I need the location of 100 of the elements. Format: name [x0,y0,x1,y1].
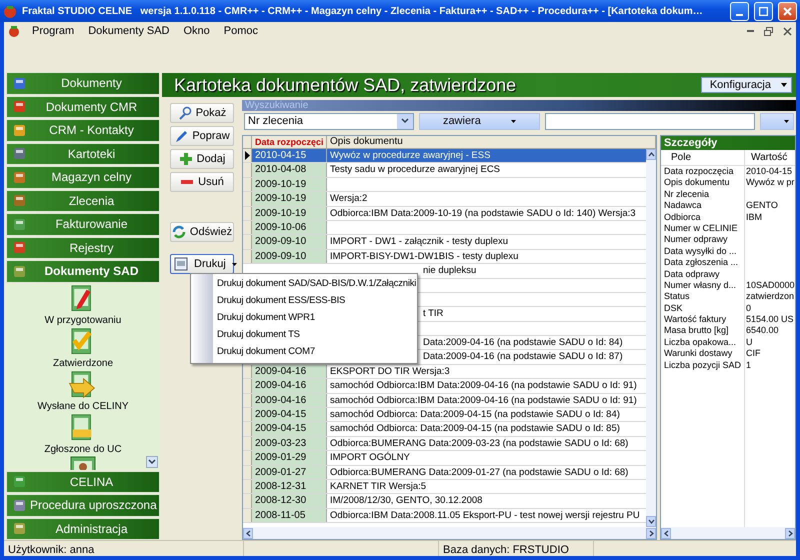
table-cell[interactable]: 2009-01-29 [252,451,327,465]
sidebar-subitem[interactable]: W przygotowaniu [44,284,122,326]
field-label: Data zgłoszenia ... [661,257,745,269]
table-cell[interactable]: Odbiorca:IBM Data:2008.11.05 Eksport-PU - test nowej wersji rejestru PU [327,508,646,522]
sidebar-item[interactable]: CELINA [6,470,160,493]
table-cell[interactable]: 2009-10-06 [252,220,327,234]
sidebar-item[interactable]: Procedura uproszczona [6,494,160,516]
sidebar-subitem[interactable]: Zgłoszone do UC [44,414,122,456]
config-dropdown[interactable]: Konfiguracja [700,77,792,93]
horizontal-scrollbar[interactable] [243,527,656,539]
module-icon [13,147,26,160]
table-cell[interactable]: 2009-09-10 [252,235,327,249]
table-cell[interactable]: KARNET TIR Wersja:5 [327,480,646,494]
menu-item[interactable]: Drukuj dokument TS [213,327,417,344]
caret-icon [781,83,787,87]
field-value: CIF [746,348,760,358]
minimize-icon[interactable] [747,30,754,32]
table-cell[interactable]: 2009-10-19 [252,206,327,220]
minimize-button[interactable] [730,2,749,20]
sidebar-item[interactable]: Dokumenty SAD [6,260,160,282]
column-header[interactable]: Data rozpoczęci [252,136,327,148]
column-header[interactable]: Opis dokumentu [327,136,656,148]
toolbar-button[interactable]: Dodaj [170,149,234,169]
table-cell[interactable]: 2009-04-15 [252,422,327,436]
table-cell[interactable]: 2008-12-31 [252,480,327,494]
table-cell[interactable]: Testy sadu w procedurze awaryjnej ECS [327,163,646,177]
caret-icon [784,120,789,122]
table-cell[interactable]: samochód Odbiorca:IBM Data:2009-04-16 (na podstawie SADU o Id: 91) [327,394,646,408]
table-cell[interactable]: 2009-03-23 [252,436,327,450]
sidebar-subitem[interactable]: Wysłane do CELINY [37,370,129,412]
sidebar-item[interactable]: Magazyn celny [6,166,160,188]
sidebar-item[interactable]: Zlecenia [6,190,160,212]
chevron-right-icon [648,530,654,536]
table-cell[interactable]: IMPORT - DW1 - załącznik - testy duplexu [327,235,646,249]
table-cell[interactable]: 2008-11-05 [252,508,327,522]
chevron-down-icon [148,458,156,464]
menu-item[interactable]: Drukuj dokument ESS/ESS-BIS [213,293,417,310]
menu-item[interactable]: Drukuj dokument WPR1 [213,310,417,327]
menu-item[interactable]: Dokumenty SAD [86,22,172,40]
table-cell[interactable]: 2010-04-08 [252,163,327,177]
sidebar-item[interactable]: Kartoteki [6,142,160,165]
table-cell[interactable]: Wywóz w procedurze awaryjnej - ESS [327,149,646,162]
row-header[interactable] [243,149,252,162]
table-cell[interactable]: 2009-04-16 [252,394,327,408]
table-cell[interactable]: 2009-04-16 [252,379,327,393]
table-cell[interactable]: 2009-09-10 [252,250,327,264]
sidebar-item[interactable]: Dokumenty [6,72,160,94]
sidebar-item[interactable]: Dokumenty CMR [6,96,160,118]
table-cell[interactable]: samochód Odbiorca: Data:2009-04-15 (na podstawie SADU o Id: 84) [327,408,646,422]
table-cell[interactable]: samochód Odbiorca: Data:2009-04-15 (na podstawie SADU o Id: 85) [327,422,646,436]
field-value: Wywóz w pr [746,177,794,188]
restore-icon[interactable] [764,26,773,36]
search-field[interactable] [544,112,756,130]
operator-dropdown[interactable]: zawiera [419,112,540,130]
sidebar-item[interactable]: Rejestry [6,236,160,259]
table-cell[interactable]: Odbiorca:IBM Data:2009-10-19 (na podstawie SADU o Id: 140) Wersja:3 [327,206,646,220]
filter-dropdown[interactable] [760,112,794,130]
table-cell[interactable]: EKSPORT DO TIR Wersja:3 [327,364,646,378]
menu-item[interactable]: Drukuj dokument COM7 [213,344,417,361]
table-cell[interactable]: 2009-04-16 [252,364,327,378]
field-dropdown[interactable]: Nr zlecenia [244,112,414,130]
print-dropdown[interactable]: Drukuj [170,254,234,274]
sidebar-subitem[interactable]: Zatwierdzone [52,328,114,370]
close-icon[interactable] [783,26,792,36]
table-cell[interactable]: 2008-12-30 [252,494,327,508]
table-cell[interactable]: IMPORT-BISY-DW1-DW1BIS - testy duplexu [327,250,646,264]
toolbar-button[interactable]: Usuń [170,172,234,192]
menu-item[interactable]: Okno [182,22,212,40]
maximize-button[interactable] [754,2,773,20]
field-label: DSK [661,302,745,314]
table-cell[interactable]: nie dupleksu [327,264,646,278]
scroll-down-button[interactable] [146,456,158,468]
table-cell[interactable]: Wersja:2 [327,192,646,206]
close-button[interactable] [778,2,797,20]
module-icon [13,498,26,512]
table-cell[interactable]: 2009-04-15 [252,408,327,422]
table-cell[interactable]: Odbiorca:BUMERANG Data:2009-01-27 (na podstawie SADU o Id: 68) [327,466,646,479]
table-cell[interactable]: 2009-10-19 [252,178,327,192]
table-cell[interactable]: IM/2008/12/30, GENTO, 30.12.2008 [327,494,646,508]
printer-icon [174,257,188,271]
table-cell[interactable]: samochód Odbiorca:IBM Data:2009-04-16 (na podstawie SADU o Id: 91) [327,379,646,393]
table-cell[interactable]: 2009-10-19 [252,192,327,206]
horizontal-scrollbar[interactable] [661,527,795,539]
status-text: Użytkownik: anna [4,541,244,556]
toolbar-button[interactable]: Pokaż [170,103,234,123]
table-cell[interactable]: 2010-04-15 [252,149,327,162]
toolbar-button[interactable]: Popraw [170,126,234,146]
close-icon [783,6,792,16]
sidebar-item[interactable]: CRM - Kontakty [6,119,160,142]
table-cell[interactable]: 2009-01-27 [252,466,327,479]
menu-item[interactable]: Program [30,22,76,40]
sidebar-item[interactable]: Fakturowanie [6,213,160,236]
table-cell[interactable]: IMPORT OGÓLNY [327,451,646,465]
menu-item[interactable]: Drukuj dokument SAD/SAD-BIS/D.W.1/Załączniki [213,276,417,293]
refresh-icon [172,225,186,239]
toolbar-button[interactable]: Odśwież [170,222,234,242]
vertical-scrollbar[interactable] [646,149,656,527]
menu-item[interactable]: Pomoc [222,22,260,40]
table-cell[interactable]: Odbiorca:BUMERANG Data:2009-03-23 (na podstawie SADU o Id: 68) [327,436,646,450]
sidebar-item[interactable]: Administracja [6,518,160,540]
